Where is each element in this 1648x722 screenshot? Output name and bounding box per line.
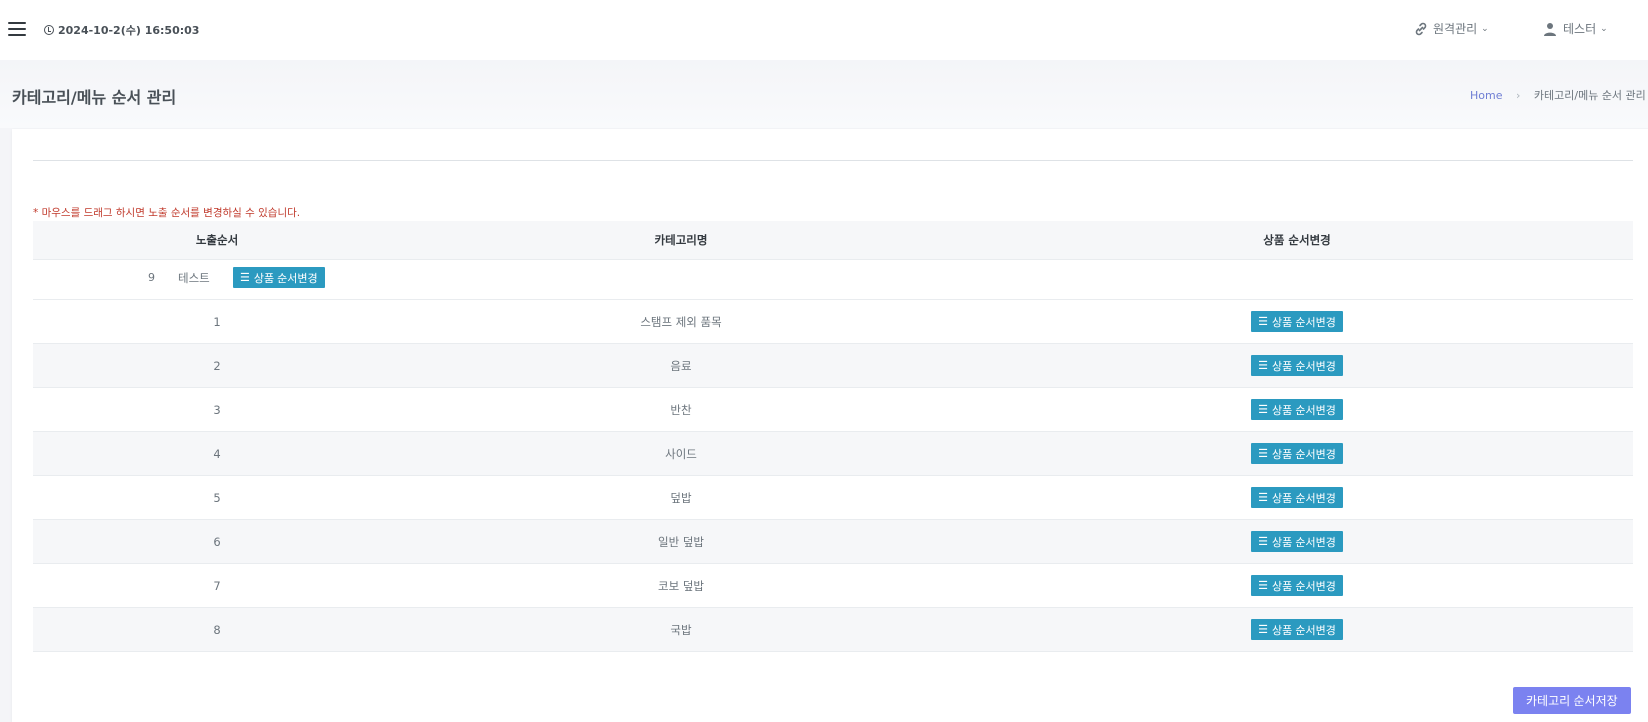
user-menu[interactable]: 테스터 ⌄ — [1543, 20, 1608, 37]
button-label: 상품 순서변경 — [1272, 360, 1336, 373]
user-menu-label: 테스터 — [1563, 22, 1597, 36]
category-order-table: 노출순서 카테고리명 상품 순서변경 9 테스트 ☰ 상품 순서변경 1 스탬프… — [33, 221, 1633, 652]
row-category-name: 테스트 — [178, 271, 210, 285]
user-icon — [1544, 22, 1556, 36]
product-order-change-button[interactable]: ☰ 상품 순서변경 — [1251, 531, 1343, 552]
row-order: 8 — [213, 622, 221, 637]
row-order: 4 — [213, 446, 221, 461]
row-order: 5 — [213, 490, 221, 505]
button-label: 상품 순서변경 — [1272, 316, 1336, 329]
bars-icon: ☰ — [1258, 404, 1269, 416]
page-title: 카테고리/메뉴 순서 관리 — [12, 88, 177, 107]
product-order-change-button[interactable]: ☰ 상품 순서변경 — [1251, 355, 1343, 376]
button-label: 상품 순서변경 — [253, 272, 318, 285]
content-card: * 마우스를 드래그 하시면 노출 순서를 변경하실 수 있습니다. 노출순서 … — [12, 129, 1648, 722]
bars-icon: ☰ — [1258, 624, 1269, 636]
page-title-bar: 카테고리/메뉴 순서 관리 Home › 카테고리/메뉴 순서 관리 — [0, 60, 1648, 128]
chevron-down-icon: ⌄ — [1481, 23, 1489, 34]
button-label: 상품 순서변경 — [1272, 624, 1336, 637]
table-row[interactable]: 2 음료 ☰ 상품 순서변경 — [33, 344, 1633, 388]
row-order: 3 — [213, 402, 221, 417]
table-row[interactable]: 5 덮밥 ☰ 상품 순서변경 — [33, 476, 1633, 520]
drag-notice: * 마우스를 드래그 하시면 노출 순서를 변경하실 수 있습니다. — [33, 207, 301, 219]
bars-icon: ☰ — [1258, 536, 1269, 548]
top-navbar: 2024-10-2(수) 16:50:03 원격관리 ⌄ 테스터 ⌄ — [0, 0, 1648, 60]
remote-menu-label: 원격관리 — [1433, 22, 1478, 36]
product-order-change-button[interactable]: ☰ 상품 순서변경 — [1251, 443, 1343, 464]
button-label: 상품 순서변경 — [1272, 404, 1336, 417]
table-row[interactable]: 3 반찬 ☰ 상품 순서변경 — [33, 388, 1633, 432]
bars-icon: ☰ — [1258, 580, 1269, 592]
bars-icon: ☰ — [1258, 360, 1269, 372]
chevron-down-icon: ⌄ — [1600, 23, 1608, 34]
row-category-name: 음료 — [670, 358, 692, 373]
table-header: 노출순서 카테고리명 상품 순서변경 — [33, 221, 1633, 260]
breadcrumb: Home › 카테고리/메뉴 순서 관리 — [1470, 87, 1646, 103]
row-order: 6 — [213, 534, 221, 549]
row-category-name: 국밥 — [670, 622, 692, 637]
breadcrumb-current: 카테고리/메뉴 순서 관리 — [1533, 89, 1646, 102]
save-category-order-button[interactable]: 카테고리 순서저장 — [1513, 687, 1631, 714]
row-order: 1 — [213, 314, 221, 329]
table-row[interactable]: 6 일반 덮밥 ☰ 상품 순서변경 — [33, 520, 1633, 564]
row-order: 9 — [148, 271, 155, 284]
button-label: 상품 순서변경 — [1272, 492, 1336, 505]
row-category-name: 반찬 — [670, 402, 692, 417]
product-order-change-button[interactable]: ☰ 상품 순서변경 — [1251, 619, 1343, 640]
table-row[interactable]: 7 코보 덮밥 ☰ 상품 순서변경 — [33, 564, 1633, 608]
product-order-change-button[interactable]: ☰ 상품 순서변경 — [233, 267, 325, 288]
remote-management-menu[interactable]: 원격관리 ⌄ — [1413, 20, 1489, 37]
bars-icon: ☰ — [1258, 492, 1269, 504]
table-row[interactable]: 4 사이드 ☰ 상품 순서변경 — [33, 432, 1633, 476]
product-order-change-button[interactable]: ☰ 상품 순서변경 — [1251, 311, 1343, 332]
bars-icon: ☰ — [1258, 316, 1269, 328]
header-product-order-change: 상품 순서변경 — [1263, 233, 1331, 247]
bars-icon: ☰ — [240, 272, 250, 284]
row-category-name: 덮밥 — [670, 490, 692, 505]
breadcrumb-home[interactable]: Home — [1470, 89, 1502, 102]
divider — [33, 160, 1633, 161]
product-order-change-button[interactable]: ☰ 상품 순서변경 — [1251, 575, 1343, 596]
table-row[interactable]: 1 스탬프 제외 품목 ☰ 상품 순서변경 — [33, 300, 1633, 344]
table-body: 1 스탬프 제외 품목 ☰ 상품 순서변경 2 음료 ☰ 상품 순서변경 3 반찬 … — [33, 300, 1633, 652]
row-category-name: 코보 덮밥 — [658, 578, 704, 593]
row-category-name: 스탬프 제외 품목 — [640, 314, 722, 329]
hamburger-icon[interactable] — [8, 22, 26, 36]
datetime-text: 2024-10-2(수) 16:50:03 — [58, 24, 200, 37]
clock-icon — [44, 25, 54, 35]
product-order-change-button[interactable]: ☰ 상품 순서변경 — [1251, 399, 1343, 420]
link-icon — [1415, 22, 1427, 35]
table-row[interactable]: 8 국밥 ☰ 상품 순서변경 — [33, 608, 1633, 652]
row-category-name: 사이드 — [665, 446, 697, 461]
bars-icon: ☰ — [1258, 448, 1269, 460]
header-order: 노출순서 — [195, 233, 239, 247]
button-label: 상품 순서변경 — [1272, 536, 1336, 549]
dragging-row[interactable]: 9 테스트 ☰ 상품 순서변경 — [33, 260, 1633, 300]
row-order: 7 — [213, 578, 221, 593]
current-datetime: 2024-10-2(수) 16:50:03 — [44, 22, 199, 38]
row-order: 2 — [213, 358, 221, 373]
header-category-name: 카테고리명 — [654, 233, 708, 247]
row-category-name: 일반 덮밥 — [658, 534, 704, 549]
button-label: 상품 순서변경 — [1272, 448, 1336, 461]
breadcrumb-separator-icon: › — [1515, 89, 1521, 102]
product-order-change-button[interactable]: ☰ 상품 순서변경 — [1251, 487, 1343, 508]
button-label: 상품 순서변경 — [1272, 580, 1336, 593]
